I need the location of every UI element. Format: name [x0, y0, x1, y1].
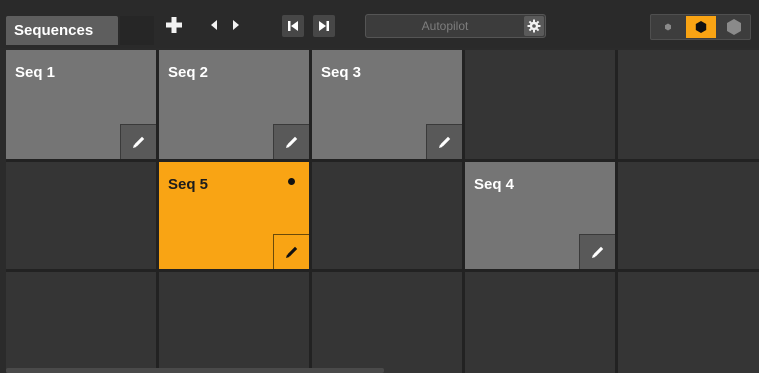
edit-sequence-button[interactable] — [579, 234, 615, 269]
edit-sequence-button[interactable] — [120, 124, 156, 159]
empty-slot[interactable] — [6, 162, 156, 269]
next-button[interactable] — [228, 13, 244, 37]
sequence-title: Seq 4 — [474, 176, 515, 193]
sequence-cell[interactable]: Seq 2 — [159, 50, 309, 159]
small-hexagon-icon — [665, 23, 671, 31]
empty-slot[interactable] — [159, 272, 309, 373]
edit-sequence-button[interactable] — [426, 124, 462, 159]
size-large-button[interactable] — [719, 16, 749, 38]
edit-sequence-button[interactable] — [273, 234, 309, 269]
empty-slot[interactable] — [618, 50, 759, 159]
autopilot-field[interactable]: Autopilot — [365, 14, 546, 38]
empty-slot[interactable] — [6, 272, 156, 373]
sequence-cell[interactable]: Seq 3 — [312, 50, 462, 159]
add-sequence-button[interactable] — [163, 13, 185, 37]
pencil-icon — [285, 246, 297, 258]
pencil-icon — [132, 136, 144, 148]
tab-spacer — [120, 16, 154, 45]
sequence-title: Seq 3 — [321, 64, 362, 81]
sequence-title: Seq 1 — [15, 64, 56, 81]
size-medium-button[interactable] — [686, 16, 716, 38]
empty-slot[interactable] — [312, 272, 462, 373]
pencil-icon — [285, 136, 297, 148]
cell-size-toggle — [650, 14, 751, 40]
sequence-cell[interactable]: Seq 4 — [465, 162, 615, 269]
plus-icon — [166, 17, 182, 33]
sequence-title: Seq 2 — [168, 64, 209, 81]
edit-sequence-button[interactable] — [273, 124, 309, 159]
empty-slot[interactable] — [618, 162, 759, 269]
sequence-grid: Seq 1 Seq 2 Seq 3 Seq 5 Seq 4 — [6, 50, 759, 373]
medium-hexagon-icon — [695, 21, 707, 33]
skip-start-icon — [288, 21, 298, 31]
autopilot-label: Autopilot — [421, 19, 469, 33]
triangle-right-icon — [233, 20, 239, 30]
empty-slot[interactable] — [618, 272, 759, 373]
sequence-cell[interactable]: Seq 5 — [159, 162, 309, 269]
pencil-icon — [438, 136, 450, 148]
gear-icon — [527, 19, 541, 33]
sequence-title: Seq 5 — [168, 176, 209, 193]
skip-to-end-button[interactable] — [313, 15, 335, 37]
skip-to-start-button[interactable] — [282, 15, 304, 37]
large-hexagon-icon — [727, 19, 741, 35]
empty-slot[interactable] — [465, 50, 615, 159]
empty-slot[interactable] — [465, 272, 615, 373]
size-small-button[interactable] — [653, 16, 683, 38]
skip-end-icon — [319, 21, 329, 31]
sequence-cell[interactable]: Seq 1 — [6, 50, 156, 159]
toolbar: Sequences Autopilot — [0, 0, 759, 48]
horizontal-scrollbar[interactable] — [6, 368, 384, 373]
triangle-left-icon — [211, 20, 217, 30]
status-dot — [288, 178, 295, 185]
autopilot-settings-button[interactable] — [524, 16, 544, 36]
previous-button[interactable] — [206, 13, 222, 37]
pencil-icon — [591, 246, 603, 258]
empty-slot[interactable] — [312, 162, 462, 269]
tab-sequences[interactable]: Sequences — [6, 16, 118, 45]
